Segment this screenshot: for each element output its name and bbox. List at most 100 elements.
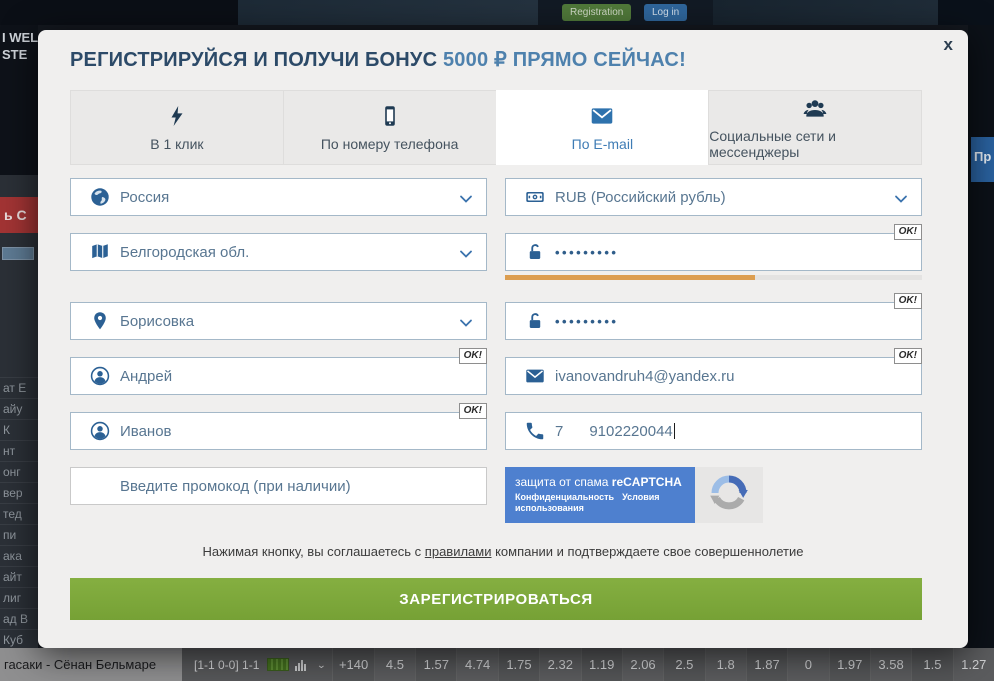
banner-image-tile xyxy=(238,0,538,25)
first-name-value: Андрей xyxy=(120,368,172,385)
banner-image-tile xyxy=(713,0,938,25)
envelope-icon xyxy=(524,365,546,387)
lightning-icon xyxy=(165,103,189,129)
odds-value[interactable]: 1.75 xyxy=(498,648,539,681)
password-strength-bar xyxy=(505,275,922,280)
recaptcha-line1: защита от спама xyxy=(515,475,612,489)
email-input[interactable]: ivanovandruh4@yandex.ru OK! xyxy=(505,357,922,395)
register-button[interactable]: ЗАРЕГИСТРИРОВАТЬСЯ xyxy=(70,578,922,620)
password-repeat-input[interactable]: ••••••••• OK! xyxy=(505,302,922,340)
registration-modal: РЕГИСТРИРУЙСЯ И ПОЛУЧИ БОНУС 5000 ₽ ПРЯМ… xyxy=(38,30,968,648)
modal-title: РЕГИСТРИРУЙСЯ И ПОЛУЧИ БОНУС 5000 ₽ ПРЯМ… xyxy=(70,47,686,72)
banner-image-tile xyxy=(938,0,994,25)
bg-list-item: ад В xyxy=(0,608,38,629)
bg-list-item: айт xyxy=(0,566,38,587)
bg-red-promo-fragment: ь С xyxy=(0,197,38,233)
odds-value[interactable]: 3.58 xyxy=(870,648,911,681)
bg-list-item: ака xyxy=(0,545,38,566)
background-right-column: Пр xyxy=(968,25,994,648)
spark-chart-icon[interactable] xyxy=(267,658,289,671)
smartphone-icon xyxy=(378,103,402,129)
odds-value[interactable]: +140 xyxy=(332,648,373,681)
banknote-icon xyxy=(524,186,546,208)
bg-thumbnail xyxy=(2,247,34,260)
odds-value[interactable]: 4.74 xyxy=(456,648,497,681)
stats-bars-icon[interactable] xyxy=(295,659,306,671)
legal-prefix: Нажимая кнопку, вы соглашаетесь с xyxy=(203,544,425,559)
ok-status-badge: OK! xyxy=(894,348,922,364)
odds-value[interactable]: 1.5 xyxy=(911,648,952,681)
recaptcha-widget[interactable]: защита от спама reCAPTCHA Конфиденциальн… xyxy=(505,467,763,523)
odds-value[interactable]: 4.5 xyxy=(374,648,415,681)
promo-placeholder: Введите промокод (при наличии) xyxy=(120,478,351,495)
bg-list-item: нт xyxy=(0,440,38,461)
chevron-down-icon xyxy=(458,315,474,336)
odds-value[interactable]: 1.97 xyxy=(829,648,870,681)
odds-value[interactable]: 1.87 xyxy=(746,648,787,681)
chevron-down-icon xyxy=(893,191,909,212)
last-name-input[interactable]: Иванов OK! xyxy=(70,412,487,450)
odds-value[interactable]: 1.19 xyxy=(581,648,622,681)
bg-list-item: пи xyxy=(0,524,38,545)
promo-code-input[interactable]: Введите промокод (при наличии) xyxy=(70,467,487,505)
tab-social[interactable]: Социальные сети и мессенджеры xyxy=(708,90,922,165)
odds-value[interactable]: 1.57 xyxy=(415,648,456,681)
ok-status-badge: OK! xyxy=(894,224,922,240)
tab-label: В 1 клик xyxy=(150,136,203,152)
ok-status-badge: OK! xyxy=(894,293,922,309)
globe-icon xyxy=(89,186,111,208)
expand-chevron-icon[interactable]: ⌄ xyxy=(316,659,326,670)
first-name-input[interactable]: Андрей OK! xyxy=(70,357,487,395)
tab-label: Социальные сети и мессенджеры xyxy=(709,128,921,160)
map-pin-icon xyxy=(89,310,111,332)
background-top-banner: Registration Log in xyxy=(0,0,994,25)
tab-by-phone[interactable]: По номеру телефона xyxy=(283,90,496,165)
user-icon xyxy=(89,365,111,387)
password-strength-fill xyxy=(505,275,755,280)
phone-input[interactable]: 7 9102220044 xyxy=(505,412,922,450)
bg-login-button[interactable]: Log in xyxy=(644,4,687,21)
odds-value[interactable]: 0 xyxy=(787,648,828,681)
rules-link[interactable]: правилами xyxy=(425,544,492,559)
phone-number-value: 9102220044 xyxy=(589,423,672,440)
bg-registration-button[interactable]: Registration xyxy=(562,4,631,21)
currency-value: RUB (Российский рубль) xyxy=(555,189,726,206)
tab-one-click[interactable]: В 1 клик xyxy=(70,90,283,165)
country-select[interactable]: Россия xyxy=(70,178,487,216)
ok-status-badge: OK! xyxy=(459,403,487,419)
user-icon xyxy=(89,420,111,442)
odds-value[interactable]: 1.8 xyxy=(705,648,746,681)
country-value: Россия xyxy=(120,189,169,206)
odds-value[interactable]: 2.06 xyxy=(622,648,663,681)
legal-text: Нажимая кнопку, вы соглашаетесь с правил… xyxy=(38,544,968,559)
last-name-value: Иванов xyxy=(120,423,172,440)
chevron-down-icon xyxy=(458,246,474,267)
recaptcha-brand: reCAPTCHA xyxy=(612,475,682,489)
recaptcha-logo-icon xyxy=(708,472,750,519)
background-left-column: I WELS STE ь С ат Е айу К нт онг вер тед… xyxy=(0,25,38,648)
close-icon[interactable]: x xyxy=(944,35,953,55)
bg-list-item: Куб xyxy=(0,629,38,648)
odds-value[interactable]: 2.5 xyxy=(663,648,704,681)
map-icon xyxy=(89,241,111,263)
bg-list-item: тед xyxy=(0,503,38,524)
password-input[interactable]: ••••••••• OK! xyxy=(505,233,922,271)
registration-tabs: В 1 клик По номеру телефона По E-mail Со… xyxy=(70,90,922,165)
city-select[interactable]: Борисовка xyxy=(70,302,487,340)
currency-select[interactable]: RUB (Российский рубль) xyxy=(505,178,922,216)
envelope-icon xyxy=(589,103,615,129)
bg-list-item: К xyxy=(0,419,38,440)
match-name[interactable]: гасаки - Сёнан Бельмаре xyxy=(0,648,182,681)
recaptcha-privacy-link[interactable]: Конфиденциальность xyxy=(515,492,614,502)
odds-value[interactable]: 2.32 xyxy=(539,648,580,681)
odds-value[interactable]: 1.27 xyxy=(953,648,994,681)
title-bonus-highlight: 5000 ₽ ПРЯМО СЕЙЧАС! xyxy=(443,49,686,71)
region-select[interactable]: Белгородская обл. xyxy=(70,233,487,271)
background-odds-bar: гасаки - Сёнан Бельмаре [1-1 0-0] 1-1 ⌄ … xyxy=(0,648,994,681)
ok-status-badge: OK! xyxy=(459,348,487,364)
legal-suffix: компании и подтверждаете свое совершенно… xyxy=(491,544,803,559)
tab-label: По E-mail xyxy=(572,136,633,152)
tab-by-email[interactable]: По E-mail xyxy=(496,90,709,165)
text-caret xyxy=(674,423,675,439)
bg-right-nav-button[interactable]: Пр xyxy=(971,137,994,182)
